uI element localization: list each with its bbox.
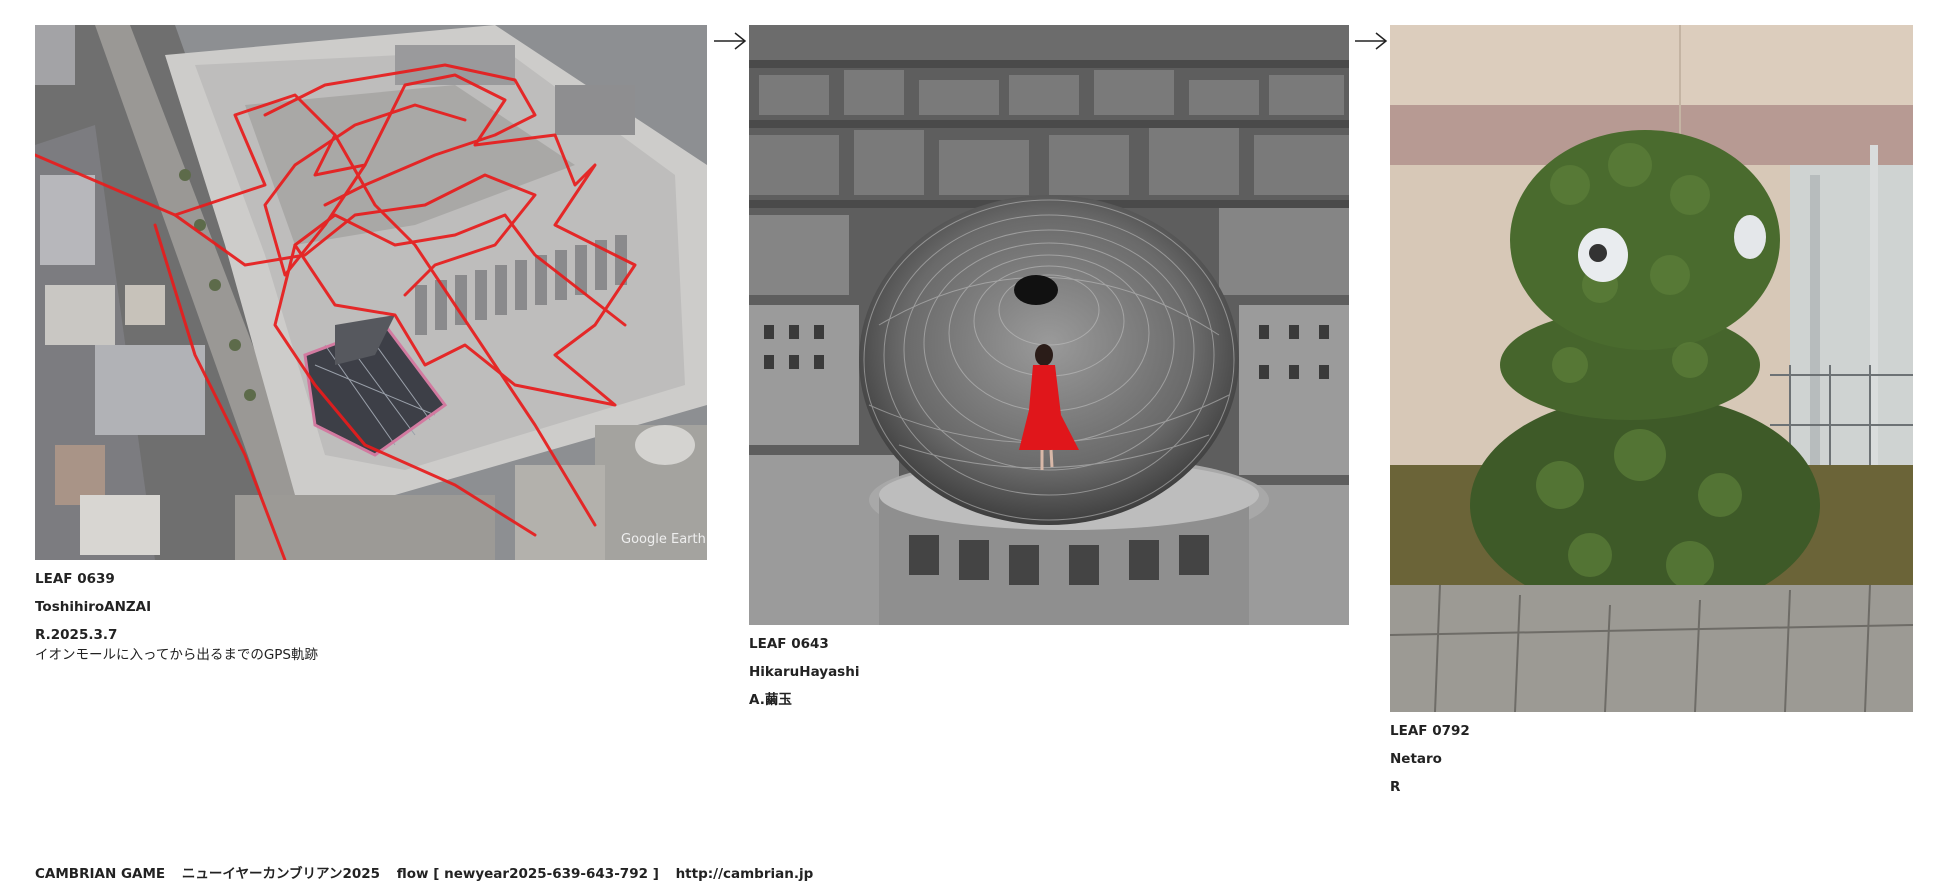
leaf-0792-image[interactable] xyxy=(1390,25,1913,712)
map-watermark: Google Earth xyxy=(621,532,706,547)
aerial-gps-map-image: Google Earth xyxy=(35,25,707,560)
topiary-creature-image xyxy=(1390,25,1913,712)
footer-url-link[interactable]: http://cambrian.jp xyxy=(676,866,814,882)
footer-subtitle: ニューイヤーカンブリアン2025 xyxy=(181,866,381,882)
footer: CAMBRIAN GAME ニューイヤーカンブリアン2025 flow [ ne… xyxy=(35,862,825,882)
page: Google Earth LEAF 0639 ToshihiroANZAI R.… xyxy=(0,0,1948,894)
leaf-author: ToshihiroANZAI xyxy=(35,599,152,615)
leaf-author: HikaruHayashi xyxy=(749,664,860,680)
footer-flow: flow [ newyear2025-639-643-792 ] xyxy=(396,866,659,882)
right-arrow-icon xyxy=(1354,31,1388,51)
leaf-note: イオンモールに入ってから出るまでのGPS軌跡 xyxy=(35,647,318,663)
cocoon-city-image xyxy=(749,25,1349,625)
leaf-author: Netaro xyxy=(1390,751,1442,767)
leaf-answer: R.2025.3.7 xyxy=(35,627,118,643)
leaf-answer: A.繭玉 xyxy=(749,692,792,708)
leaf-0792-caption: LEAF 0792 Netaro R xyxy=(1390,723,1948,795)
leaf-id: LEAF 0639 xyxy=(35,571,115,587)
right-arrow-icon xyxy=(713,31,747,51)
leaf-0643-caption: LEAF 0643 HikaruHayashi A.繭玉 xyxy=(749,636,1449,708)
leaf-0639-image[interactable]: Google Earth xyxy=(35,25,707,560)
leaf-id: LEAF 0643 xyxy=(749,636,829,652)
footer-title: CAMBRIAN GAME xyxy=(35,866,166,882)
leaf-0643-image[interactable] xyxy=(749,25,1349,625)
leaf-0639-caption: LEAF 0639 ToshihiroANZAI R.2025.3.7 イオンモ… xyxy=(35,571,735,663)
leaf-answer: R xyxy=(1390,779,1401,795)
leaf-id: LEAF 0792 xyxy=(1390,723,1470,739)
